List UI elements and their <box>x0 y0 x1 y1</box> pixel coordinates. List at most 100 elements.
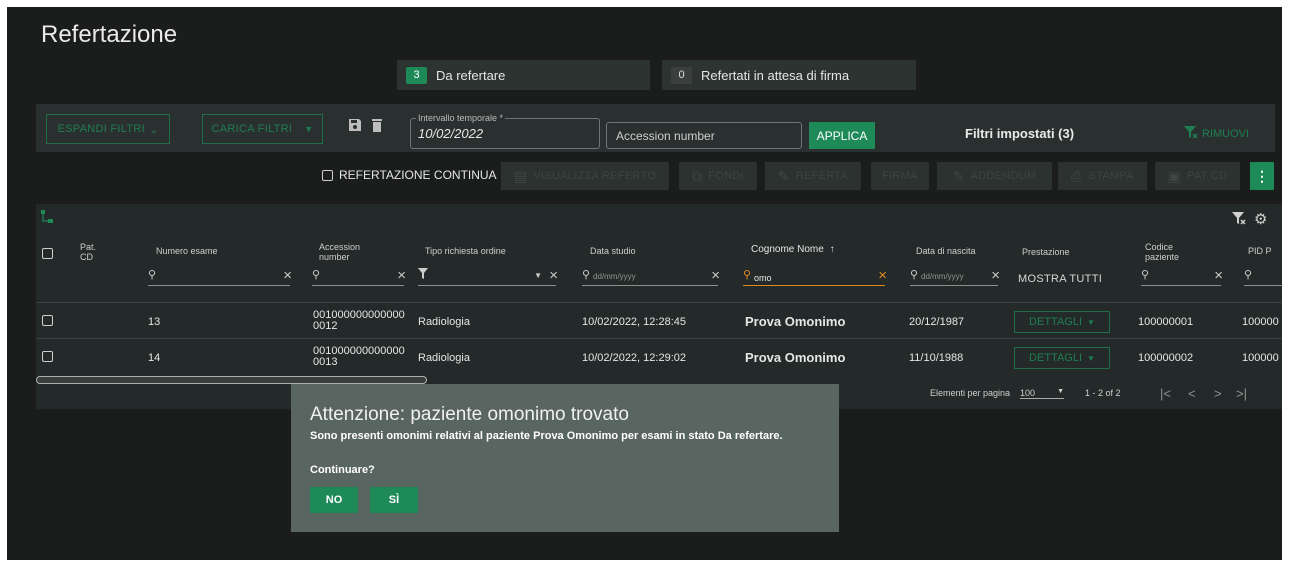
gear-icon[interactable]: ⚙ <box>1254 210 1267 228</box>
continuous-report-label: REFERTAZIONE CONTINUA <box>339 168 497 182</box>
save-icon: ▣ <box>1167 167 1182 184</box>
funnel-icon <box>418 268 428 282</box>
numero-filter-input[interactable]: ⚲ × <box>148 268 292 286</box>
page-range: 1 - 2 of 2 <box>1085 388 1121 398</box>
filter-remove-icon <box>1184 126 1198 142</box>
counter-badge: 0 <box>671 66 692 84</box>
first-page-icon[interactable]: |< <box>1160 386 1171 401</box>
nascita-filter-input[interactable]: ⚲ dd/mm/yyyy × <box>910 268 1000 286</box>
addendum-button[interactable]: ✎ ADDENDUM <box>937 162 1052 190</box>
clear-icon[interactable]: × <box>397 268 406 284</box>
dialog-message: Sono presenti omonimi relativi al pazien… <box>310 430 783 442</box>
clear-icon[interactable]: × <box>991 268 1000 284</box>
page-size-value: 100 <box>1020 388 1036 398</box>
merge-button[interactable]: ⧉ FONDI <box>679 162 757 190</box>
report-button[interactable]: ✎ REFERTA <box>765 162 861 190</box>
more-actions-button[interactable]: ⋮ <box>1250 162 1274 190</box>
header-numero-esame[interactable]: Numero esame <box>156 246 218 256</box>
prev-page-icon[interactable]: < <box>1188 386 1196 401</box>
save-icon[interactable] <box>348 118 362 136</box>
print-button[interactable]: ⎙ STAMPA <box>1058 162 1147 190</box>
header-accession[interactable]: Accession number <box>319 242 375 262</box>
homonym-dialog: Attenzione: paziente omonimo trovato Son… <box>291 384 839 532</box>
header-cognome-nome[interactable]: Cognome Nome ↑ <box>751 245 835 255</box>
cognome-filter-value: omo <box>754 273 772 283</box>
cell-tipo: Radiologia <box>418 316 470 328</box>
data-studio-filter-input[interactable]: ⚲ dd/mm/yyyy × <box>582 268 720 286</box>
clear-icon[interactable]: × <box>1214 268 1223 284</box>
clear-icon[interactable]: × <box>878 268 887 284</box>
hierarchy-icon[interactable] <box>41 210 53 229</box>
view-report-button[interactable]: ▤ VISUALIZZA REFERTO <box>501 162 669 190</box>
accession-placeholder: Accession number <box>616 129 715 143</box>
trash-icon[interactable] <box>371 118 383 136</box>
filter-clear-icon[interactable] <box>1232 212 1246 230</box>
cell-accession: 001000000000000 0013 <box>313 346 405 368</box>
header-pid[interactable]: PID P <box>1248 246 1272 256</box>
codice-filter-input[interactable]: ⚲ × <box>1141 268 1223 286</box>
counter-attesa-firma[interactable]: 0 Refertati in attesa di firma <box>662 60 916 90</box>
cell-pid: 100000 <box>1242 316 1279 328</box>
page-title: Refertazione <box>41 21 178 48</box>
accession-filter-input[interactable]: ⚲ × <box>312 268 406 286</box>
continuous-report-checkbox[interactable]: REFERTAZIONE CONTINUA <box>322 168 497 182</box>
row-checkbox[interactable] <box>42 315 53 326</box>
date-placeholder: dd/mm/yyyy <box>921 272 964 281</box>
view-report-label: VISUALIZZA REFERTO <box>533 170 657 182</box>
checkbox[interactable] <box>322 169 333 181</box>
header-patcd[interactable]: Pat. CD <box>80 242 110 262</box>
cell-cognome: Prova Omonimo <box>745 314 846 329</box>
show-all-button[interactable]: MOSTRA TUTTI <box>1018 273 1120 285</box>
next-page-icon[interactable]: > <box>1214 386 1222 401</box>
header-data-nascita[interactable]: Data di nascita <box>916 246 976 256</box>
header-tipo-richiesta[interactable]: Tipo richiesta ordine <box>425 246 506 256</box>
addendum-label: ADDENDUM <box>970 170 1037 182</box>
clear-icon[interactable]: × <box>549 268 558 284</box>
exam-table: ⚙ Pat. CD Numero esame Accession number … <box>36 204 1282 409</box>
search-icon: ⚲ <box>1141 269 1150 281</box>
counter-da-refertare[interactable]: 3 Da refertare <box>397 60 650 90</box>
caret-down-icon: ▼ <box>534 271 542 280</box>
load-filters-button[interactable]: CARICA FILTRI ▼ <box>202 114 323 144</box>
last-page-icon[interactable]: >| <box>1236 386 1247 401</box>
yes-button[interactable]: SÌ <box>370 487 418 513</box>
app-window: Refertazione 3 Da refertare 0 Refertati … <box>7 7 1282 560</box>
accession-input[interactable]: Accession number <box>606 122 802 149</box>
horizontal-scrollbar[interactable] <box>36 376 427 384</box>
report-label: REFERTA <box>795 170 849 182</box>
document-icon: ▤ <box>513 167 528 184</box>
cell-accession-line2: 0012 <box>313 320 338 332</box>
dettagli-label: DETTAGLI <box>1029 352 1083 364</box>
expand-filters-button[interactable]: ESPANDI FILTRI ⌄ <box>46 114 170 144</box>
select-all-checkbox[interactable] <box>42 248 53 259</box>
header-prestazione[interactable]: Prestazione <box>1022 247 1070 257</box>
cell-codice: 100000002 <box>1138 352 1194 364</box>
cell-codice: 100000001 <box>1138 316 1194 328</box>
cell-accession: 001000000000000 0012 <box>313 310 405 332</box>
patcd-button[interactable]: ▣ PAT CD <box>1155 162 1240 190</box>
apply-button[interactable]: APPLICA <box>809 122 875 149</box>
tipo-filter-select[interactable]: ▼ × <box>418 268 558 286</box>
dettagli-button[interactable]: DETTAGLI ▼ <box>1014 347 1110 369</box>
header-data-studio[interactable]: Data studio <box>590 246 636 256</box>
table-row[interactable]: 13 001000000000000 0012 Radiologia 10/02… <box>36 302 1282 338</box>
sign-button[interactable]: FIRMA <box>871 162 929 190</box>
print-label: STAMPA <box>1088 170 1134 182</box>
caret-down-icon: ▼ <box>304 124 314 134</box>
merge-icon: ⧉ <box>691 167 703 184</box>
remove-filters-button[interactable]: RIMUOVI <box>1184 126 1249 142</box>
dettagli-button[interactable]: DETTAGLI ▼ <box>1014 311 1110 333</box>
pencil-icon: ✎ <box>952 167 965 184</box>
page-size-select[interactable]: 100 ▼ <box>1020 388 1064 399</box>
clear-icon[interactable]: × <box>283 268 292 284</box>
header-codice-paziente[interactable]: Codice paziente <box>1145 242 1189 262</box>
cognome-filter-input[interactable]: ⚲ omo × <box>743 268 887 286</box>
expand-filters-label: ESPANDI FILTRI <box>57 123 145 135</box>
cell-data-studio: 10/02/2022, 12:28:45 <box>582 316 686 328</box>
pid-filter-input[interactable]: ⚲ <box>1244 268 1282 286</box>
clear-icon[interactable]: × <box>711 268 720 284</box>
table-row[interactable]: 14 001000000000000 0013 Radiologia 10/02… <box>36 338 1282 374</box>
row-checkbox[interactable] <box>42 351 53 362</box>
arrow-up-icon: ↑ <box>829 244 835 255</box>
no-button[interactable]: NO <box>310 487 358 513</box>
